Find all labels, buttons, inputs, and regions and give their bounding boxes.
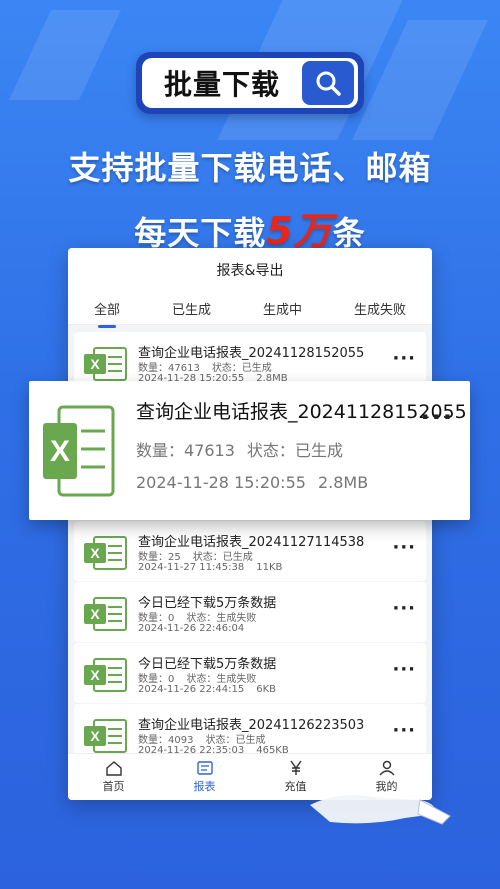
svg-text:X: X — [90, 667, 100, 683]
hand-pointer-illustration — [310, 795, 451, 825]
report-date: 2024-11-26 22:46:04 — [138, 623, 245, 634]
nav-home[interactable]: 首页 — [103, 760, 125, 794]
report-icon — [196, 761, 213, 775]
report-row[interactable]: X 查询企业电话报表_20241127114538 数量：25 状态：已生成 2024-… — [74, 521, 426, 581]
more-options-button[interactable]: ··· — [392, 348, 416, 369]
nav-report[interactable]: 报表 — [194, 760, 216, 794]
headline-primary: 支持批量下载电话、邮箱 — [68, 149, 432, 187]
featured-date: 2024-11-28 15:20:55 — [136, 473, 306, 492]
featured-status: 已生成 — [294, 441, 343, 460]
more-options-button[interactable]: ··· — [392, 598, 416, 619]
headline-secondary: 每天下载5万条 — [0, 200, 500, 255]
featured-report-date-size: 2024-11-28 15:20:55 2.8MB — [136, 473, 368, 492]
yen-icon — [289, 760, 302, 775]
home-icon — [105, 761, 122, 776]
search-button[interactable] — [302, 61, 354, 105]
panel-title: 报表&导出 — [68, 248, 432, 292]
more-options-button[interactable]: ··· — [421, 403, 454, 431]
svg-text:X: X — [90, 728, 100, 744]
featured-status-label: 状态： — [246, 441, 295, 460]
more-options-button[interactable]: ··· — [392, 537, 416, 558]
featured-count-label: 数量： — [136, 441, 185, 460]
tab-generated[interactable]: 已生成 — [166, 295, 217, 322]
nav-recharge[interactable]: 充值 — [285, 760, 307, 794]
featured-report-card[interactable]: X 查询企业电话报表_20241128152055 数量：47613 状态：已生成… — [29, 381, 470, 520]
report-count-status: 数量：0 状态：生成失败 — [138, 609, 256, 624]
svg-text:X: X — [90, 545, 100, 561]
report-date-size: 2024-11-26 22:46:04 — [138, 623, 256, 634]
tab-failed[interactable]: 生成失败 — [348, 295, 412, 322]
svg-text:X: X — [90, 606, 100, 622]
background-decoration — [9, 10, 121, 100]
report-row[interactable]: X 今日已经下载5万条数据 数量：0 状态：生成失败 2024-11-26 22:46:… — [74, 582, 426, 642]
more-options-button[interactable]: ··· — [392, 720, 416, 741]
headline-suffix: 条 — [332, 214, 366, 252]
excel-file-icon: X — [43, 405, 115, 497]
search-bar-title: 批量下载 — [163, 68, 280, 101]
report-date-size: 2024-11-27 11:45:38 11KB — [138, 562, 282, 573]
report-count-status: 数量：25 状态：已生成 — [138, 548, 253, 563]
featured-report-meta: 数量：47613 状态：已生成 — [136, 437, 343, 461]
report-panel: 报表&导出 全部 已生成 生成中 生成失败 X 查询企业电话报表_20241128… — [68, 248, 432, 800]
featured-count: 47613 — [184, 441, 235, 460]
headline-prefix: 每天下载 — [134, 214, 267, 252]
report-size: 6KB — [256, 684, 276, 695]
tab-all[interactable]: 全部 — [88, 295, 126, 322]
report-date-size: 2024-11-26 22:44:15 6KB — [138, 684, 276, 695]
nav-home-label: 首页 — [102, 780, 125, 793]
report-count-status: 数量：0 状态：生成失败 — [138, 670, 256, 685]
report-count-status: 数量：47613 状态：已生成 — [138, 359, 272, 374]
report-date: 2024-11-27 11:45:38 — [138, 562, 245, 573]
search-icon — [316, 71, 341, 96]
excel-file-icon: X — [84, 658, 127, 692]
svg-text:X: X — [50, 435, 70, 468]
svg-text:X: X — [90, 356, 100, 372]
featured-report-title: 查询企业电话报表_20241128152055 — [136, 401, 467, 423]
more-options-button[interactable]: ··· — [392, 659, 416, 680]
excel-file-icon: X — [84, 347, 127, 381]
excel-file-icon: X — [84, 719, 127, 753]
report-row[interactable]: X 今日已经下载5万条数据 数量：0 状态：生成失败 2024-11-26 22:44:… — [74, 643, 426, 703]
featured-size: 2.8MB — [317, 473, 369, 492]
nav-recharge-label: 充值 — [284, 780, 307, 793]
excel-file-icon: X — [84, 597, 127, 631]
report-tabs: 全部 已生成 生成中 生成失败 — [68, 292, 432, 325]
nav-report-label: 报表 — [193, 780, 216, 793]
report-size: 11KB — [256, 562, 283, 573]
batch-download-search-bar[interactable]: 批量下载 — [136, 52, 364, 114]
report-count-status: 数量：4093 状态：已生成 — [138, 731, 265, 746]
tab-generating[interactable]: 生成中 — [257, 295, 308, 322]
excel-file-icon: X — [84, 536, 127, 570]
report-date: 2024-11-26 22:44:15 — [138, 684, 245, 695]
headline-accent: 5万 — [266, 209, 333, 253]
